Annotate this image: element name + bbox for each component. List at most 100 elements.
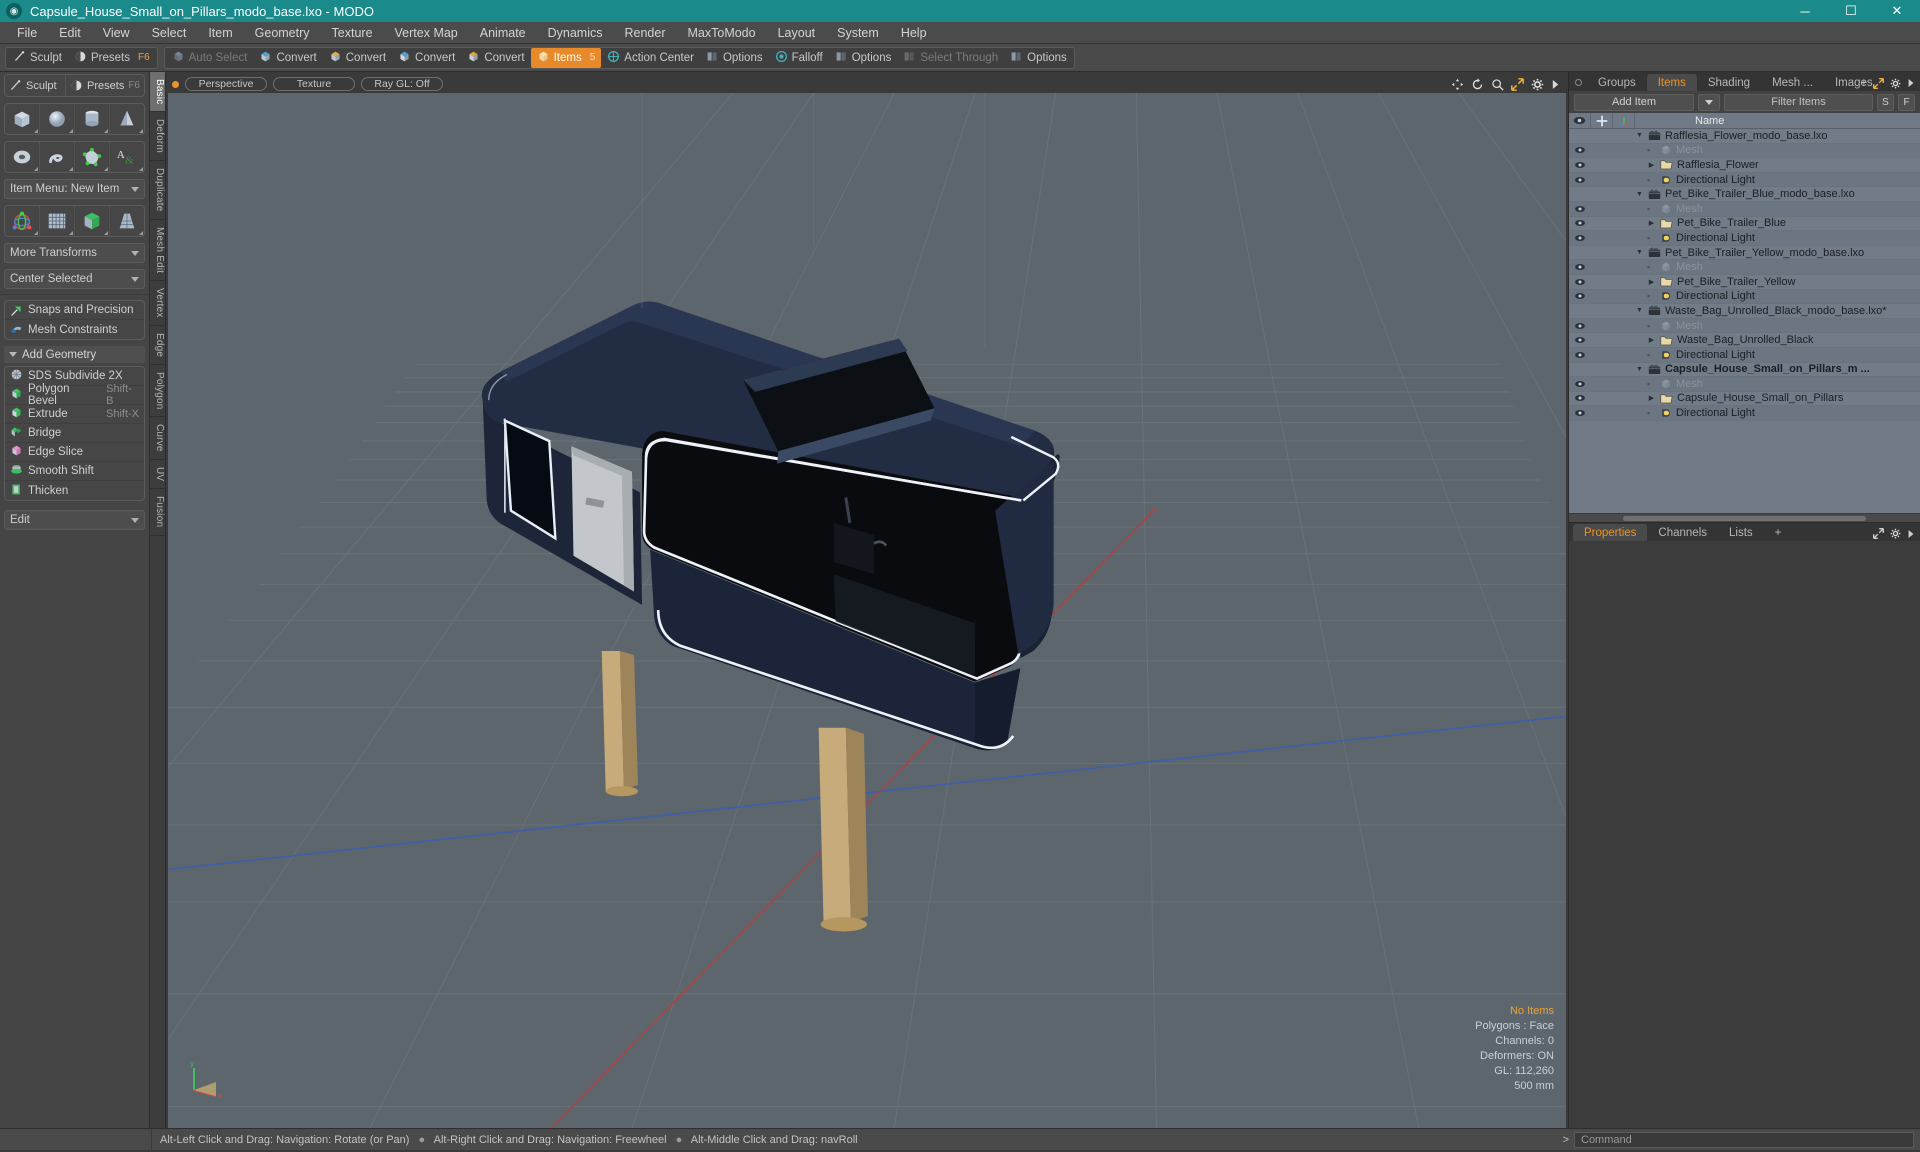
tree-item-name-cell[interactable]: ▶ Capsule_House_Small_on_Pillars — [1635, 392, 1844, 404]
chevron-right-icon[interactable]: ▶ — [1647, 336, 1656, 344]
toolbar-button-convert-4[interactable]: Convert — [461, 48, 530, 68]
menu-item-texture[interactable]: Texture — [321, 24, 384, 42]
vtab-deform[interactable]: Deform — [150, 112, 165, 162]
table-row[interactable]: ▶ Pet_Bike_Trailer_Yellow — [1569, 274, 1920, 290]
presets-button[interactable]: Presets F6 — [65, 75, 144, 96]
vtab-fusion[interactable]: Fusion — [150, 489, 165, 536]
transform-gizmo-icon[interactable] — [5, 206, 40, 236]
toolbar-button-convert-2[interactable]: Convert — [323, 48, 392, 68]
menu-item-geometry[interactable]: Geometry — [244, 24, 321, 42]
expand-icon[interactable] — [1873, 528, 1884, 539]
table-row[interactable]: ▪ Directional Light — [1569, 347, 1920, 363]
tree-item-name-cell[interactable]: ▪ Directional Light — [1635, 407, 1755, 419]
toolbar-button-convert-1[interactable]: Convert — [253, 48, 322, 68]
tree-item-name-cell[interactable]: ▼ Rafflesia_Flower_modo_base.lxo — [1635, 130, 1827, 142]
toolbar-button-presets-1[interactable]: Presets F6 — [68, 48, 156, 68]
geometry-item-bridge[interactable]: Bridge — [5, 424, 144, 443]
add-item-button[interactable]: Add Item — [1574, 93, 1694, 111]
gear-icon[interactable] — [1890, 528, 1901, 539]
chevron-right-icon[interactable] — [1907, 78, 1915, 88]
sphere-icon[interactable] — [40, 104, 75, 134]
item-menu-dropdown[interactable]: Item Menu: New Item — [4, 179, 145, 199]
eye-icon[interactable] — [1569, 409, 1591, 417]
spiral-icon[interactable] — [40, 142, 75, 172]
snaps-and-precision-button[interactable]: Snaps and Precision — [5, 301, 144, 320]
chevron-right-icon[interactable] — [1551, 79, 1560, 90]
vtab-duplicate[interactable]: Duplicate — [150, 161, 165, 220]
scrollbar-thumb[interactable] — [1623, 515, 1866, 521]
menu-item-layout[interactable]: Layout — [767, 24, 827, 42]
toolbar-button-auto-select-0[interactable]: Auto Select — [166, 48, 254, 68]
menu-item-select[interactable]: Select — [141, 24, 198, 42]
chevron-down-icon[interactable]: ▼ — [1635, 132, 1644, 139]
tab-items[interactable]: Items — [1646, 74, 1697, 91]
toolbar-button-options-11[interactable]: Options — [1004, 48, 1073, 68]
eye-icon[interactable] — [1569, 351, 1591, 359]
chevron-down-icon[interactable]: ▼ — [1635, 191, 1644, 198]
table-row[interactable]: ▶ Capsule_House_Small_on_Pillars — [1569, 391, 1920, 407]
chevron-right-icon[interactable]: ▶ — [1647, 278, 1656, 286]
torus-icon[interactable] — [5, 142, 40, 172]
chevron-down-icon[interactable]: ▼ — [1635, 249, 1644, 256]
eye-icon[interactable] — [1569, 292, 1591, 300]
chevron-right-icon[interactable]: ▶ — [1647, 161, 1656, 169]
menu-item-system[interactable]: System — [826, 24, 890, 42]
move-icon[interactable] — [1451, 78, 1464, 91]
viewport-3d[interactable]: No Items Polygons : Face Channels: 0 Def… — [168, 93, 1566, 1128]
polygon-pen-icon[interactable] — [75, 142, 110, 172]
eye-icon[interactable] — [1569, 176, 1591, 184]
fit-icon[interactable] — [1511, 77, 1524, 91]
tree-item-name-cell[interactable]: ▪ Mesh — [1635, 203, 1703, 215]
panel-menu-dot[interactable] — [1575, 79, 1582, 86]
chevron-right-icon[interactable] — [1907, 529, 1915, 539]
vtab-curve[interactable]: Curve — [150, 417, 165, 461]
taper-icon[interactable] — [110, 206, 144, 236]
toolbar-button-options-7[interactable]: Options — [700, 48, 769, 68]
tree-item-name-cell[interactable]: ▶ Waste_Bag_Unrolled_Black — [1635, 334, 1814, 346]
menu-item-file[interactable]: File — [6, 24, 48, 42]
chevron-down-icon[interactable]: ▼ — [1635, 307, 1644, 314]
viewport-raygl-toggle[interactable]: Ray GL: Off — [361, 77, 443, 91]
table-row[interactable]: ▶ Rafflesia_Flower — [1569, 158, 1920, 173]
text-tool-icon[interactable]: A & — [110, 142, 144, 172]
eye-icon[interactable] — [1569, 234, 1591, 242]
tab-shading[interactable]: Shading — [1697, 74, 1761, 91]
toolbar-button-sculpt-0[interactable]: Sculpt — [7, 48, 68, 68]
viewport-mode-perspective[interactable]: Perspective — [185, 77, 267, 91]
tree-item-name-cell[interactable]: ▪ Mesh — [1635, 261, 1703, 273]
tree-item-name-cell[interactable]: ▪ Directional Light — [1635, 232, 1755, 244]
eye-icon[interactable] — [1569, 322, 1591, 330]
tree-item-name-cell[interactable]: ▪ Mesh — [1635, 144, 1703, 156]
menu-item-dynamics[interactable]: Dynamics — [537, 24, 614, 42]
toolbar-button-items-5[interactable]: Items 5 — [530, 47, 602, 68]
filter-s-button[interactable]: S — [1877, 93, 1894, 111]
mesh-constraints-button[interactable]: Mesh Constraints — [5, 320, 144, 339]
rotate-icon[interactable] — [1471, 77, 1484, 91]
eye-icon[interactable] — [1569, 146, 1591, 154]
menu-item-render[interactable]: Render — [614, 24, 677, 42]
table-row[interactable]: ▪ Directional Light — [1569, 406, 1920, 421]
table-row[interactable]: ▼ Capsule_House_Small_on_Pillars_m ... — [1569, 362, 1920, 378]
minimize-button[interactable]: ─ — [1782, 0, 1828, 22]
table-row[interactable]: ▪ Mesh — [1569, 318, 1920, 334]
cone-icon[interactable] — [110, 104, 144, 134]
tree-item-name-cell[interactable]: ▪ Directional Light — [1635, 349, 1755, 361]
items-tree[interactable]: ▼ Rafflesia_Flower_modo_base.lxo ▪ Mesh ▶ Raf… — [1569, 129, 1920, 513]
toolbar-button-select-through-10[interactable]: Select Through — [897, 48, 1004, 68]
eye-icon[interactable] — [1569, 161, 1591, 169]
menu-item-edit[interactable]: Edit — [48, 24, 92, 42]
eye-icon[interactable] — [1569, 205, 1591, 213]
cylinder-icon[interactable] — [75, 104, 110, 134]
tab-groups[interactable]: Groups — [1587, 74, 1647, 91]
tree-item-name-cell[interactable]: ▼ Waste_Bag_Unrolled_Black_modo_base.lxo* — [1635, 305, 1887, 317]
tab-lists[interactable]: Lists — [1718, 524, 1764, 541]
menu-item-item[interactable]: Item — [197, 24, 243, 42]
table-row[interactable]: ▼ Rafflesia_Flower_modo_base.lxo — [1569, 129, 1920, 144]
tab-[interactable]: + — [1764, 524, 1793, 541]
eye-icon[interactable] — [1569, 380, 1591, 388]
cube-icon[interactable] — [5, 104, 40, 134]
gear-icon[interactable] — [1531, 78, 1544, 91]
plus-icon[interactable]: + — [1861, 77, 1867, 89]
menu-item-vertex-map[interactable]: Vertex Map — [384, 24, 469, 42]
tab-mesh[interactable]: Mesh ... — [1761, 74, 1824, 91]
